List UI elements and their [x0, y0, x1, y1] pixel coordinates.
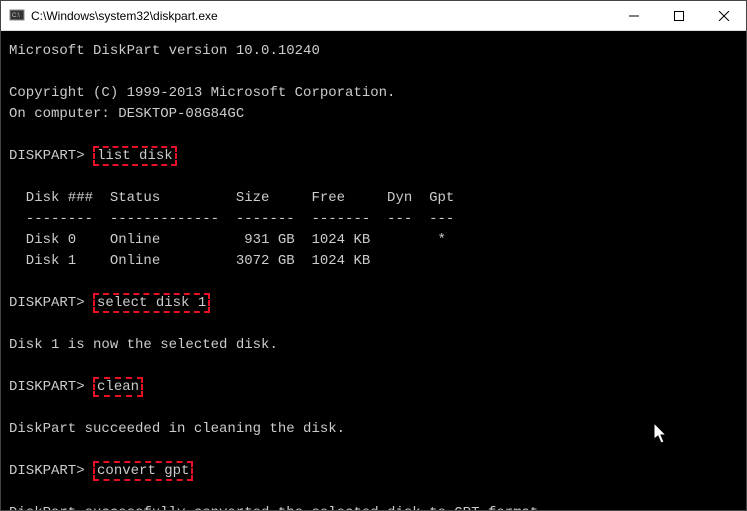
- prompt-label: DISKPART>: [9, 463, 85, 479]
- prompt-label: DISKPART>: [9, 379, 85, 395]
- table-row: Disk 1 Online 3072 GB 1024 KB: [9, 251, 738, 272]
- computer-line: On computer: DESKTOP-08G84GC: [9, 104, 738, 125]
- prompt-line-1: DISKPART> list disk: [9, 146, 738, 167]
- diskpart-window: C:\ C:\Windows\system32\diskpart.exe Mic…: [0, 0, 747, 511]
- table-header: Disk ### Status Size Free Dyn Gpt: [9, 188, 738, 209]
- app-icon: C:\: [9, 8, 25, 24]
- prompt-label: DISKPART>: [9, 148, 85, 164]
- titlebar[interactable]: C:\ C:\Windows\system32\diskpart.exe: [1, 1, 746, 31]
- prompt-label: DISKPART>: [9, 295, 85, 311]
- svg-text:C:\: C:\: [12, 13, 20, 19]
- table-divider: -------- ------------- ------- ------- -…: [9, 209, 738, 230]
- msg-clean: DiskPart succeeded in cleaning the disk.: [9, 419, 738, 440]
- maximize-icon: [674, 11, 684, 21]
- version-line: Microsoft DiskPart version 10.0.10240: [9, 41, 738, 62]
- prompt-line-4: DISKPART> convert gpt: [9, 461, 738, 482]
- window-controls: [611, 1, 746, 30]
- msg-convert: DiskPart successfully converted the sele…: [9, 503, 738, 510]
- minimize-button[interactable]: [611, 1, 656, 30]
- close-icon: [719, 11, 729, 21]
- maximize-button[interactable]: [656, 1, 701, 30]
- prompt-line-2: DISKPART> select disk 1: [9, 293, 738, 314]
- command-clean: clean: [93, 377, 143, 397]
- command-list-disk: list disk: [93, 146, 177, 166]
- command-select-disk: select disk 1: [93, 293, 210, 313]
- prompt-line-3: DISKPART> clean: [9, 377, 738, 398]
- terminal-body[interactable]: Microsoft DiskPart version 10.0.10240 Co…: [1, 31, 746, 510]
- command-convert-gpt: convert gpt: [93, 461, 193, 481]
- close-button[interactable]: [701, 1, 746, 30]
- window-title: C:\Windows\system32\diskpart.exe: [31, 9, 611, 23]
- msg-selected: Disk 1 is now the selected disk.: [9, 335, 738, 356]
- minimize-icon: [629, 11, 639, 21]
- copyright-line: Copyright (C) 1999-2013 Microsoft Corpor…: [9, 83, 738, 104]
- table-row: Disk 0 Online 931 GB 1024 KB *: [9, 230, 738, 251]
